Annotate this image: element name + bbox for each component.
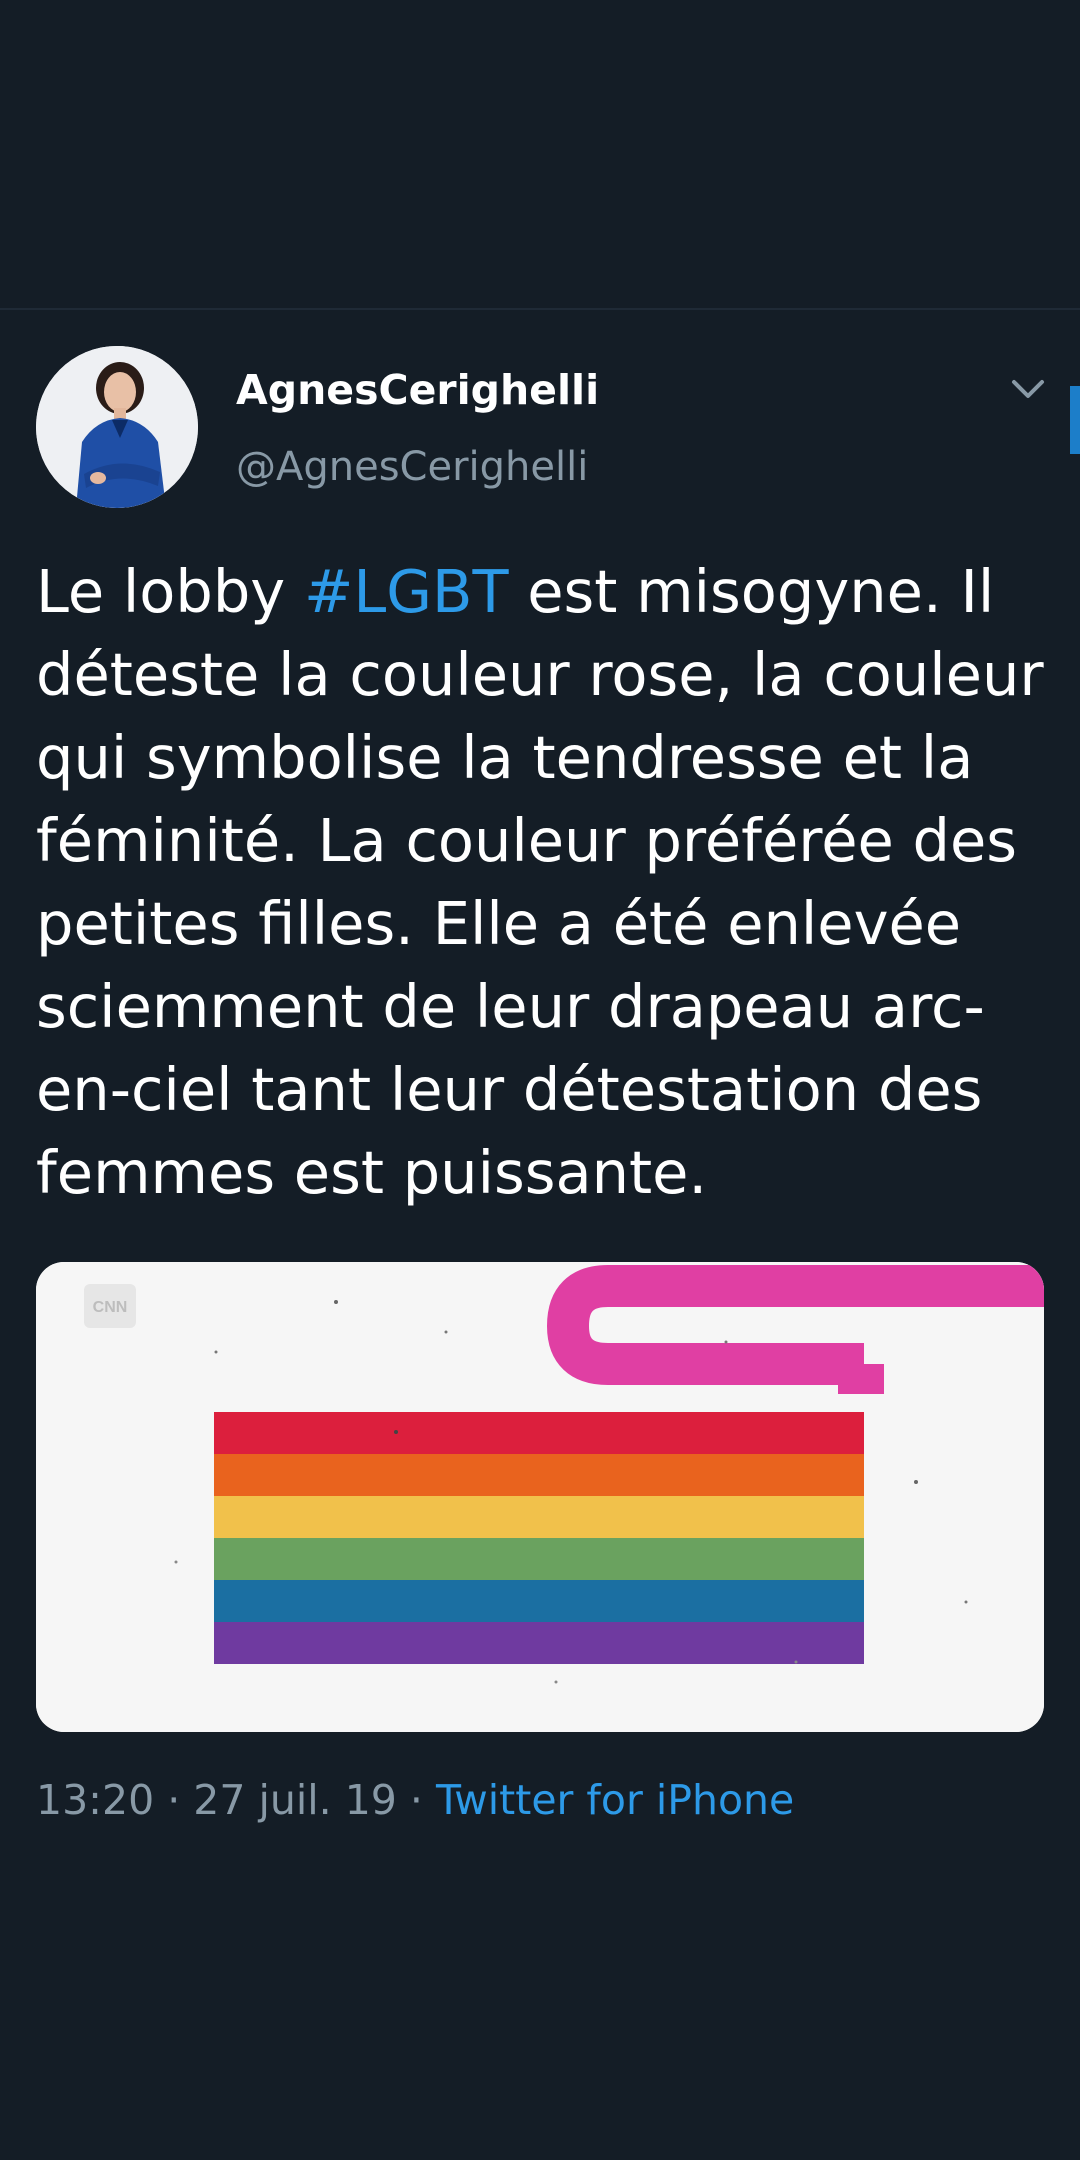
flag-stripe bbox=[214, 1622, 864, 1664]
author-handle[interactable]: @AgnesCerighelli bbox=[236, 444, 588, 490]
avatar-image bbox=[36, 346, 198, 508]
tweet-detail-screen: AgnesCerighelli @AgnesCerighelli Le lobb… bbox=[0, 0, 1080, 2160]
follow-button-edge[interactable] bbox=[1070, 386, 1080, 454]
author-display-name[interactable]: AgnesCerighelli bbox=[236, 366, 599, 414]
header-divider bbox=[0, 308, 1080, 310]
chevron-down-icon[interactable] bbox=[1008, 374, 1048, 404]
hashtag-link[interactable]: #LGBT bbox=[304, 557, 509, 626]
media-watermark: CNN bbox=[93, 1299, 128, 1316]
tweet-date: 27 juil. 19 bbox=[193, 1776, 397, 1824]
tweet-meta: 13:20 · 27 juil. 19 · Twitter for iPhone bbox=[36, 1776, 794, 1824]
meta-separator: · bbox=[154, 1776, 194, 1824]
avatar[interactable] bbox=[36, 346, 198, 508]
tweet-text-before: Le lobby bbox=[36, 557, 304, 626]
tweet-time: 13:20 bbox=[36, 1776, 155, 1824]
flag-stripe bbox=[214, 1454, 864, 1496]
flag-stripe bbox=[214, 1580, 864, 1622]
tweet-text-after: est misogyne. Il déteste la couleur rose… bbox=[36, 557, 1044, 1207]
rainbow-flag-illustration: CNN bbox=[36, 1262, 1044, 1732]
tweet-media-image[interactable]: CNN bbox=[36, 1262, 1044, 1732]
meta-separator: · bbox=[396, 1776, 436, 1824]
tweet-source-link[interactable]: Twitter for iPhone bbox=[436, 1776, 794, 1824]
flag-stripe bbox=[214, 1496, 864, 1538]
flag-stripe bbox=[214, 1412, 864, 1454]
flag-stripe bbox=[214, 1538, 864, 1580]
tweet-text: Le lobby #LGBT est misogyne. Il déteste … bbox=[36, 550, 1056, 1214]
